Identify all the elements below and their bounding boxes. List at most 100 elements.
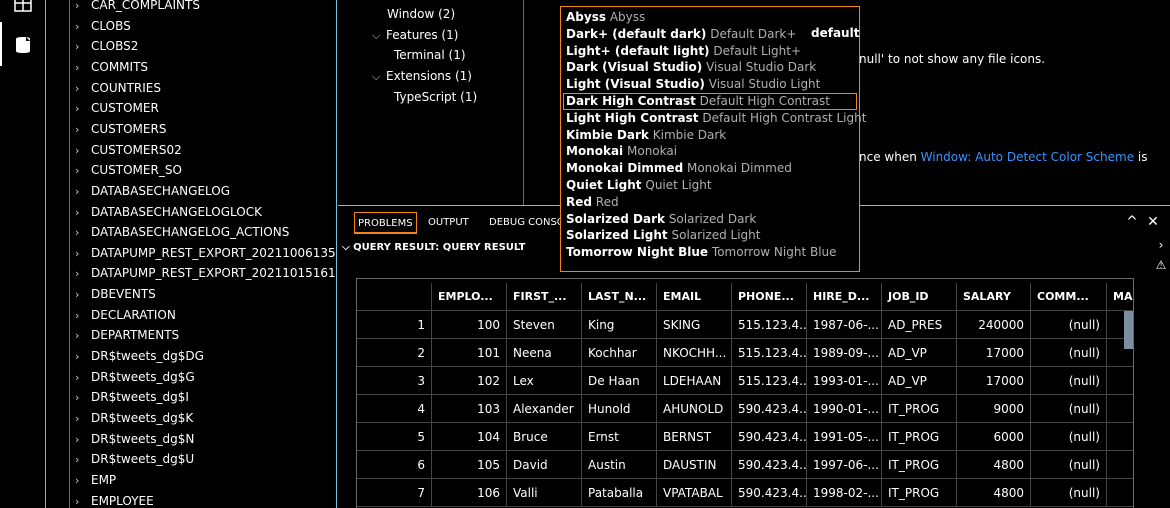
- grid-column-header[interactable]: EMPLO...: [432, 283, 507, 311]
- auto-detect-link[interactable]: Window: Auto Detect Color Scheme: [921, 150, 1134, 164]
- grid-cell[interactable]: (null): [1031, 311, 1107, 339]
- grid-column-header[interactable]: FIRST_...: [507, 283, 582, 311]
- query-result-header[interactable]: ⌵ QUERY RESULT: QUERY RESULT: [342, 240, 525, 256]
- grid-cell[interactable]: 515.123.4...: [732, 367, 807, 395]
- theme-option[interactable]: Monokai Monokai: [561, 143, 859, 160]
- grid-cell[interactable]: LDEHAAN: [657, 367, 732, 395]
- table-row[interactable]: 6 105 David Austin DAUSTIN 590.423.4... 1997-0…: [357, 451, 1133, 479]
- grid-cell[interactable]: 1998-02-...: [807, 479, 882, 507]
- sidebar-table-item[interactable]: › CUSTOMERS02: [75, 140, 182, 160]
- table-row[interactable]: 3 102 Lex De Haan LDEHAAN 515.123.4... 1993-01…: [357, 367, 1133, 395]
- grid-column-header[interactable]: COMM...: [1031, 283, 1107, 311]
- grid-cell[interactable]: 1989-09-...: [807, 339, 882, 367]
- grid-cell[interactable]: [1107, 451, 1133, 479]
- grid-cell[interactable]: 1990-01-...: [807, 395, 882, 423]
- warning-icon[interactable]: ⚠: [1153, 258, 1169, 274]
- toc-typescript[interactable]: TypeScript (1): [394, 87, 477, 107]
- query-result-grid[interactable]: EMPLO... FIRST_... LAST_N... EMAIL PHONE... H…: [356, 278, 1134, 508]
- table-row[interactable]: 1 100 Steven King SKING 515.123.4... 1987-06-.…: [357, 311, 1133, 339]
- sidebar-table-item[interactable]: › COMMITS: [75, 57, 148, 77]
- sidebar-table-item[interactable]: › CLOBS: [75, 16, 131, 36]
- sidebar-table-item[interactable]: › DR$tweets_dg$DG: [75, 346, 204, 366]
- sidebar-table-item[interactable]: › COUNTRIES: [75, 78, 161, 98]
- grid-cell[interactable]: DAUSTIN: [657, 451, 732, 479]
- grid-cell[interactable]: 3: [357, 367, 432, 395]
- grid-cell[interactable]: Bruce: [507, 423, 582, 451]
- sidebar-table-item[interactable]: › EMPLOYEE: [75, 491, 154, 508]
- sidebar-table-item[interactable]: › DECLARATION: [75, 305, 176, 325]
- grid-cell[interactable]: [1107, 395, 1133, 423]
- theme-option[interactable]: Solarized Light Solarized Light: [561, 227, 859, 244]
- tab-problems[interactable]: PROBLEMS: [354, 212, 417, 234]
- sidebar-table-item[interactable]: › DBEVENTS: [75, 284, 156, 304]
- grid-cell[interactable]: 9000: [957, 395, 1031, 423]
- toc-terminal[interactable]: Terminal (1): [394, 45, 466, 65]
- grid-column-header[interactable]: MA: [1107, 283, 1133, 311]
- sidebar-table-item[interactable]: › DEPARTMENTS: [75, 325, 179, 345]
- theme-option[interactable]: Dark High Contrast Default High Contrast: [563, 92, 857, 110]
- theme-option[interactable]: Monokai Dimmed Monokai Dimmed: [561, 160, 859, 177]
- theme-option[interactable]: Tomorrow Night Blue Tomorrow Night Blue: [561, 244, 859, 261]
- grid-cell[interactable]: (null): [1031, 367, 1107, 395]
- sidebar-table-item[interactable]: › DR$tweets_dg$I: [75, 387, 189, 407]
- toc-window[interactable]: Window (2): [387, 4, 455, 24]
- grid-cell[interactable]: Hunold: [582, 395, 657, 423]
- grid-cell[interactable]: 7: [357, 479, 432, 507]
- sidebar-table-item[interactable]: › DATABASECHANGELOG: [75, 181, 230, 201]
- grid-cell[interactable]: David: [507, 451, 582, 479]
- grid-column-header[interactable]: LAST_N...: [582, 283, 657, 311]
- grid-cell[interactable]: 515.123.4...: [732, 339, 807, 367]
- grid-column-header[interactable]: EMAIL: [657, 283, 732, 311]
- grid-column-header[interactable]: [357, 283, 432, 311]
- sidebar-table-item[interactable]: › DR$tweets_dg$U: [75, 449, 194, 469]
- tab-output[interactable]: OUTPUT: [425, 212, 472, 234]
- grid-cell[interactable]: 4800: [957, 479, 1031, 507]
- theme-option[interactable]: Light High Contrast Default High Contras…: [561, 110, 866, 127]
- grid-cell[interactable]: De Haan: [582, 367, 657, 395]
- sidebar-table-item[interactable]: › DR$tweets_dg$K: [75, 408, 193, 428]
- grid-cell[interactable]: IT_PROG: [882, 451, 957, 479]
- table-row[interactable]: 5 104 Bruce Ernst BERNST 590.423.4... 1991-05-…: [357, 423, 1133, 451]
- theme-option[interactable]: Abyss Abyss: [561, 9, 859, 26]
- grid-cell[interactable]: King: [582, 311, 657, 339]
- grid-cell[interactable]: Austin: [582, 451, 657, 479]
- sidebar-table-item[interactable]: › CUSTOMER: [75, 98, 159, 118]
- grid-cell[interactable]: 100: [432, 311, 507, 339]
- grid-cell[interactable]: 6: [357, 451, 432, 479]
- grid-cell[interactable]: [1107, 367, 1133, 395]
- theme-option[interactable]: Light (Visual Studio) Visual Studio Ligh…: [561, 76, 859, 93]
- grid-cell[interactable]: Ernst: [582, 423, 657, 451]
- color-theme-dropdown[interactable]: Abyss Abyss Dark+ (default dark) Default …: [560, 6, 866, 272]
- grid-cell[interactable]: 240000: [957, 311, 1031, 339]
- grid-cell[interactable]: 590.423.4...: [732, 423, 807, 451]
- tab-debug-console[interactable]: DEBUG CONSO: [486, 212, 568, 234]
- theme-option[interactable]: Kimbie Dark Kimbie Dark: [561, 127, 859, 144]
- grid-cell[interactable]: 103: [432, 395, 507, 423]
- grid-cell[interactable]: 1: [357, 311, 432, 339]
- tables-icon[interactable]: [12, 0, 34, 16]
- grid-cell[interactable]: 105: [432, 451, 507, 479]
- sidebar-table-item[interactable]: › CAR_COMPLAINTS: [75, 0, 200, 15]
- grid-cell[interactable]: (null): [1031, 479, 1107, 507]
- grid-cell[interactable]: 104: [432, 423, 507, 451]
- sidebar-table-item[interactable]: › DATABASECHANGELOG_ACTIONS: [75, 222, 289, 242]
- grid-cell[interactable]: [1107, 423, 1133, 451]
- grid-cell[interactable]: BERNST: [657, 423, 732, 451]
- grid-cell[interactable]: Kochhar: [582, 339, 657, 367]
- sidebar-table-item[interactable]: › DATAPUMP_REST_EXPORT_202110151617...: [75, 263, 336, 283]
- grid-column-header[interactable]: SALARY: [957, 283, 1031, 311]
- sidebar-table-item[interactable]: › CUSTOMER_SO: [75, 160, 182, 180]
- sidebar-table-item[interactable]: › CUSTOMERS: [75, 119, 166, 139]
- maximize-panel-icon[interactable]: ^: [1122, 212, 1142, 232]
- sidebar-table-item[interactable]: › DATABASECHANGELOGLOCK: [75, 202, 262, 222]
- grid-cell[interactable]: (null): [1031, 451, 1107, 479]
- theme-option[interactable]: Dark (Visual Studio) Visual Studio Dark: [561, 59, 859, 76]
- database-icon[interactable]: [12, 34, 34, 56]
- close-panel-icon[interactable]: ✕: [1143, 212, 1163, 232]
- grid-cell[interactable]: NKOCHH...: [657, 339, 732, 367]
- sidebar-table-item[interactable]: › DR$tweets_dg$G: [75, 367, 195, 387]
- sidebar-table-item[interactable]: › DR$tweets_dg$N: [75, 429, 194, 449]
- grid-cell[interactable]: 6000: [957, 423, 1031, 451]
- toc-features[interactable]: ⌵ Features (1): [372, 25, 458, 45]
- grid-cell[interactable]: 102: [432, 367, 507, 395]
